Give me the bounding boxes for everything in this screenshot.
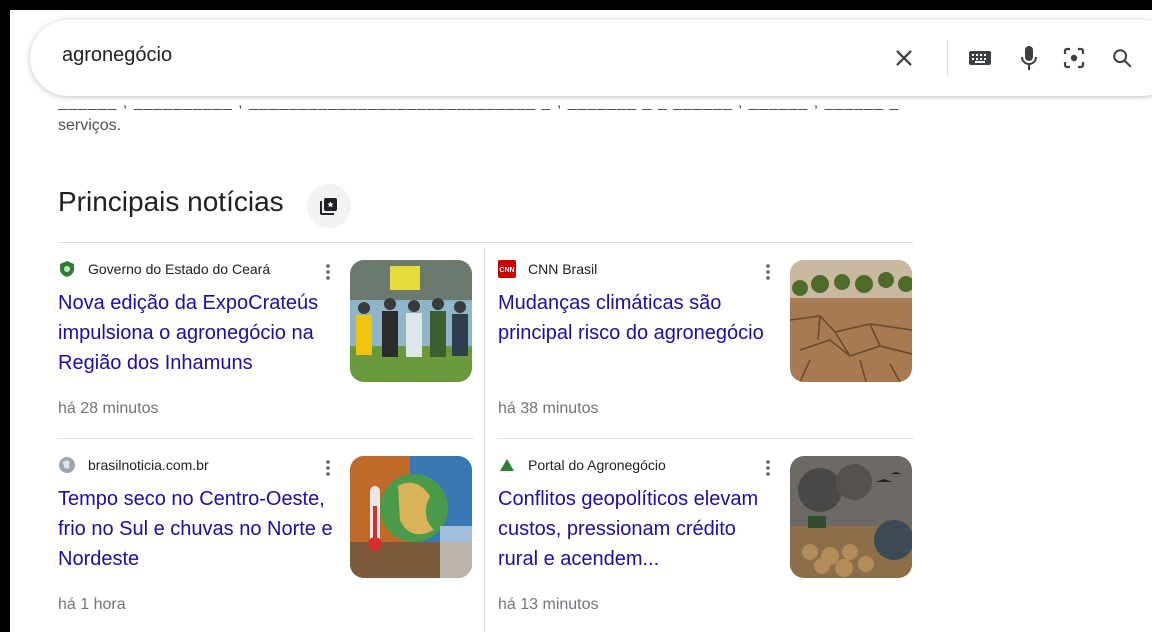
news-time: há 1 hora bbox=[58, 596, 126, 613]
section-title: Principais notícias bbox=[58, 186, 284, 217]
news-time: há 13 minutos bbox=[498, 596, 599, 613]
news-source: Governo do Estado do Ceará bbox=[88, 261, 271, 277]
news-headline[interactable]: Mudanças climáticas são principal risco … bbox=[498, 288, 778, 348]
news-headline[interactable]: Conflitos geopolíticos elevam custos, pr… bbox=[498, 484, 778, 574]
news-headline[interactable]: Tempo seco no Centro-Oeste, frio no Sul … bbox=[58, 484, 338, 574]
news-thumbnail[interactable] bbox=[350, 456, 472, 578]
globe-icon bbox=[58, 456, 76, 474]
news-source: CNN Brasil bbox=[528, 261, 598, 277]
news-time: há 38 minutos bbox=[498, 400, 599, 417]
news-thumbnail[interactable] bbox=[790, 260, 912, 382]
search-input[interactable]: agronegócio bbox=[62, 44, 172, 67]
news-time: há 28 minutos bbox=[58, 400, 159, 417]
search-bar[interactable]: agronegócio bbox=[30, 20, 1152, 96]
search-divider bbox=[947, 40, 948, 76]
news-thumbnail[interactable] bbox=[790, 456, 912, 578]
microphone-icon[interactable] bbox=[1013, 42, 1045, 74]
snippet-cutoff-line: ______ , __________ , __________________… bbox=[58, 102, 900, 114]
keyboard-icon[interactable] bbox=[964, 42, 996, 74]
lens-icon[interactable] bbox=[1058, 42, 1090, 74]
news-source: Portal do Agronegócio bbox=[528, 457, 666, 473]
column-divider bbox=[484, 248, 485, 632]
snippet-text: serviços. bbox=[58, 117, 122, 134]
news-card[interactable]: brasilnoticia.com.br Tempo seco no Centr… bbox=[58, 438, 483, 628]
more-options-icon[interactable] bbox=[758, 260, 778, 284]
news-headline[interactable]: Nova edição da ExpoCrateús impulsiona o … bbox=[58, 288, 338, 378]
close-icon[interactable] bbox=[888, 42, 920, 74]
news-source: brasilnoticia.com.br bbox=[88, 457, 209, 473]
browser-viewport: agronegócio ______ , __________ , ______… bbox=[10, 10, 1152, 632]
news-thumbnail[interactable] bbox=[350, 260, 472, 382]
more-options-icon[interactable] bbox=[758, 456, 778, 480]
search-icon[interactable] bbox=[1106, 42, 1138, 74]
news-icon[interactable] bbox=[307, 184, 351, 228]
shield-icon bbox=[58, 260, 76, 278]
triangle-icon bbox=[498, 456, 516, 474]
more-options-icon[interactable] bbox=[318, 260, 338, 284]
news-card[interactable]: Governo do Estado do Ceará Nova edição d… bbox=[58, 242, 483, 432]
cnn-logo-icon: CNN bbox=[498, 260, 516, 278]
svg-text:CNN: CNN bbox=[499, 267, 514, 274]
more-options-icon[interactable] bbox=[318, 456, 338, 480]
news-card[interactable]: Portal do Agronegócio Conflitos geopolít… bbox=[498, 438, 923, 628]
news-card[interactable]: CNN CNN Brasil Mudanças climáticas são p… bbox=[498, 242, 923, 432]
